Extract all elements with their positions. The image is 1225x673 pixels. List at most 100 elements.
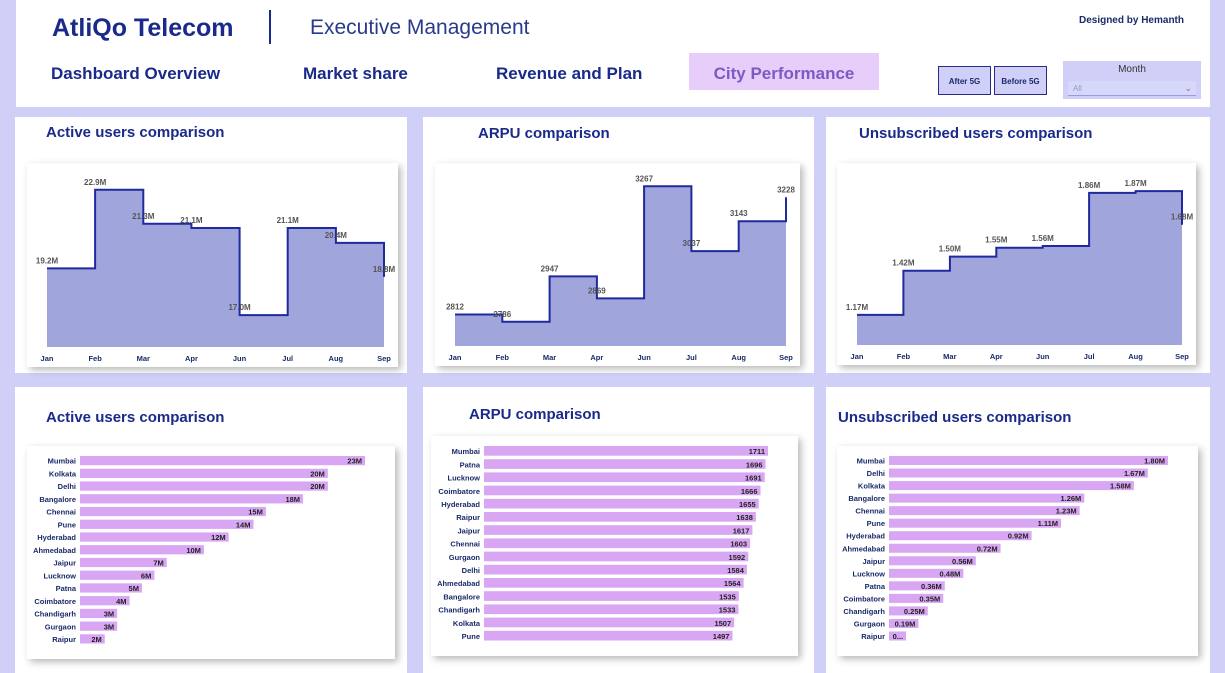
data-label: 14M [236, 520, 251, 529]
data-label: 0.19M [895, 619, 916, 628]
data-label: 3267 [635, 174, 653, 183]
chart-card-active-users-city: Mumbai 23M Kolkata 20M Delhi 20M Bangalore 18M C… [27, 446, 395, 659]
category-label: Lucknow [447, 474, 480, 483]
data-label: 1497 [713, 632, 730, 641]
category-label: Kolkata [453, 619, 481, 628]
chevron-down-icon: ⌄ [1184, 83, 1192, 93]
data-label: 3M [104, 610, 114, 619]
data-label: 23M [347, 457, 362, 466]
category-label: Raipur [456, 513, 480, 522]
data-label: 0.36M [921, 582, 942, 591]
category-label: Mumbai [452, 447, 480, 456]
data-label: 3M [104, 622, 114, 631]
bar [80, 481, 328, 491]
month-dropdown-value: All [1073, 84, 1082, 93]
data-label: 1.86M [1078, 181, 1101, 190]
x-tick-label: Aug [731, 353, 746, 362]
bar [484, 538, 751, 549]
data-label: 2947 [541, 264, 559, 273]
panel-unsubscribed-monthly: Unsubscribed users comparison 1.17M Jan 1.… [826, 117, 1210, 373]
x-tick-label: Jan [851, 352, 864, 361]
data-label: 2812 [446, 302, 464, 311]
nav-revenue-and-plan[interactable]: Revenue and Plan [496, 64, 642, 84]
data-label: 1.87M [1124, 179, 1147, 188]
bar [889, 506, 1080, 516]
category-label: Gurgaon [854, 619, 886, 628]
category-label: Chandigarh [34, 610, 76, 619]
panel-active-users-monthly: Active users comparison 19.2M Jan 22.9M Feb… [15, 117, 407, 373]
chart-card-unsubscribed-monthly: 1.17M Jan 1.42M Feb 1.50M Mar 1.55M Apr 1.56M Jun… [837, 163, 1196, 365]
x-tick-label: Mar [543, 353, 556, 362]
data-label: 1.58M [1110, 482, 1131, 491]
category-label: Delhi [462, 566, 480, 575]
month-slicer[interactable]: Month All ⌄ [1063, 61, 1201, 99]
category-label: Raipur [52, 635, 76, 644]
data-label: 21.1M [180, 216, 203, 225]
data-label: 1.11M [1038, 519, 1058, 528]
category-label: Bangalore [848, 494, 885, 503]
category-label: Chandigarh [843, 607, 885, 616]
after-5g-button[interactable]: After 5G [938, 66, 991, 95]
data-label: 1.26M [1060, 494, 1081, 503]
data-label: 1535 [719, 592, 736, 601]
chart-card-unsubscribed-city: Mumbai 1.80M Delhi 1.67M Kolkata 1.58M Bangalo… [837, 446, 1198, 656]
before-5g-button[interactable]: Before 5G [994, 66, 1047, 95]
bar [80, 545, 204, 555]
chart-card-active-users-monthly: 19.2M Jan 22.9M Feb 21.3M Mar 21.1M Apr 17.0M Jun… [27, 163, 398, 367]
header-divider [269, 10, 271, 44]
x-tick-label: Jan [449, 353, 462, 362]
data-label: 1.50M [939, 245, 962, 254]
data-label: 17.0M [228, 303, 251, 312]
area-fill [47, 189, 384, 347]
data-label: 1592 [729, 553, 746, 562]
x-tick-label: Apr [185, 354, 198, 363]
data-label: 1638 [736, 513, 753, 522]
x-tick-label: Apr [590, 353, 603, 362]
data-label: 1666 [741, 487, 758, 496]
category-label: Ahmedabad [437, 579, 480, 588]
data-label: 1.23M [1056, 507, 1077, 516]
area-fill [857, 191, 1182, 345]
x-tick-label: Jun [637, 353, 651, 362]
x-tick-label: Jul [282, 354, 293, 363]
data-label: 1507 [714, 619, 731, 628]
data-label: 0.56M [952, 557, 973, 566]
month-dropdown[interactable]: All ⌄ [1068, 81, 1196, 96]
x-tick-label: Aug [329, 354, 344, 363]
data-label: 1564 [724, 579, 742, 588]
data-label: 21.3M [132, 212, 155, 221]
x-tick-label: Sep [377, 354, 391, 363]
nav-city-performance[interactable]: City Performance [689, 53, 879, 90]
bar [80, 456, 365, 466]
header-bar: AtliQo Telecom Executive Management Desi… [16, 0, 1210, 107]
category-label: Chandigarh [438, 606, 480, 615]
data-label: 1617 [733, 526, 750, 535]
nav-dashboard-overview[interactable]: Dashboard Overview [51, 64, 220, 84]
brand-title: AtliQo Telecom [52, 14, 234, 42]
category-label: Raipur [861, 632, 885, 641]
data-label: 20M [310, 469, 325, 478]
data-label: 1.68M [1171, 213, 1194, 222]
chart-svg: 2812 Jan 2786 Feb 2947 Mar 2869 Apr 3267 Jun 3037 J… [446, 174, 795, 362]
data-label: 3143 [730, 209, 748, 218]
category-label: Ahmedabad [842, 544, 885, 553]
data-label: 1533 [719, 606, 736, 615]
category-label: Delhi [867, 469, 885, 478]
bar [80, 519, 254, 529]
data-label: 10M [186, 546, 201, 555]
data-label: 3037 [683, 239, 701, 248]
bar [484, 604, 739, 615]
panel-title: Unsubscribed users comparison [838, 409, 1072, 426]
x-tick-label: Feb [88, 354, 102, 363]
data-label: 1.56M [1032, 234, 1055, 243]
bar [484, 564, 747, 575]
category-label: Bangalore [443, 592, 480, 601]
data-label: 18.8M [373, 265, 396, 274]
nav-market-share[interactable]: Market share [303, 64, 408, 84]
x-tick-label: Jul [686, 353, 697, 362]
category-label: Lucknow [852, 569, 885, 578]
data-label: 5M [129, 584, 139, 593]
category-label: Chennai [46, 508, 76, 517]
data-label: 20M [310, 482, 325, 491]
chart-svg: Mumbai 1711 Patna 1696 Lucknow 1691 Coimbatore… [437, 446, 768, 641]
